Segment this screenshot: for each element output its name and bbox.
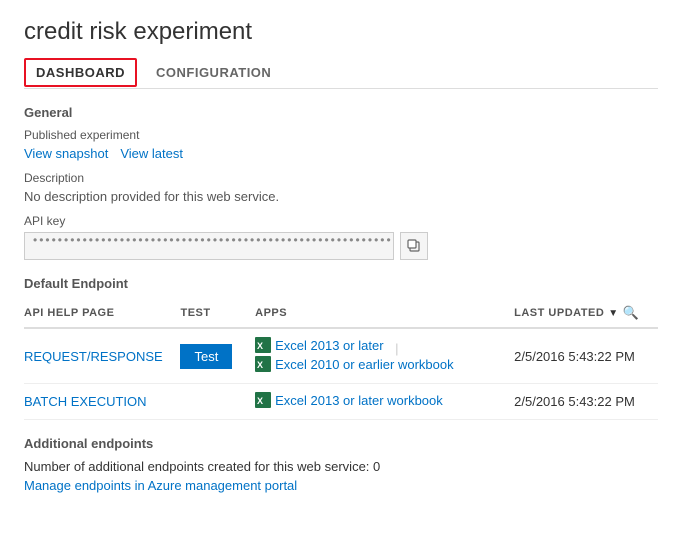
apps-cell-row2: X Excel 2013 or later workbook: [255, 384, 514, 420]
view-latest-link[interactable]: View latest: [120, 146, 183, 161]
default-endpoint-section: Default Endpoint API HELP PAGE TEST APPS: [24, 276, 658, 420]
excel-2013-batch-link[interactable]: X Excel 2013 or later workbook: [255, 392, 443, 408]
general-label: General: [24, 105, 658, 120]
test-cell: Test: [180, 328, 255, 384]
api-help-request-response[interactable]: REQUEST/RESPONSE: [24, 328, 180, 384]
excel-icon-2: X: [255, 356, 271, 372]
copy-icon: [407, 239, 421, 253]
description-label: Description: [24, 171, 658, 185]
svg-text:X: X: [257, 360, 263, 370]
page-container: credit risk experiment DASHBOARD CONFIGU…: [0, 0, 682, 533]
default-endpoint-label: Default Endpoint: [24, 276, 658, 291]
separator: |: [395, 341, 398, 356]
api-key-label: API key: [24, 214, 658, 228]
last-updated-row1: 2/5/2016 5:43:22 PM: [514, 328, 658, 384]
api-key-block: API key ••••••••••••••••••••••••••••••••…: [24, 214, 658, 260]
col-header-apps: APPS: [255, 299, 514, 328]
apps-cell-row1: X Excel 2013 or later | X Excel 2010 or …: [255, 328, 514, 384]
last-updated-row2: 2/5/2016 5:43:22 PM: [514, 384, 658, 420]
sort-icon: ▼: [608, 308, 618, 319]
test-cell-empty: [180, 384, 255, 420]
tab-bar: DASHBOARD CONFIGURATION: [24, 56, 658, 89]
description-block: Description No description provided for …: [24, 171, 658, 204]
view-snapshot-link[interactable]: View snapshot: [24, 146, 108, 161]
tab-configuration[interactable]: CONFIGURATION: [141, 56, 286, 89]
col-header-api-help-page: API HELP PAGE: [24, 299, 180, 328]
col-header-test: TEST: [180, 299, 255, 328]
api-key-value: ••••••••••••••••••••••••••••••••••••••••…: [24, 232, 394, 260]
general-section: General Published experiment View snapsh…: [24, 105, 658, 260]
col-header-last-updated: LAST UPDATED ▼ 🔍: [514, 299, 658, 328]
endpoint-table: API HELP PAGE TEST APPS LAST UPDATED ▼ 🔍: [24, 299, 658, 420]
search-icon[interactable]: 🔍: [623, 305, 640, 321]
svg-text:X: X: [257, 341, 263, 351]
tab-dashboard[interactable]: DASHBOARD: [24, 58, 137, 87]
additional-endpoints-count: Number of additional endpoints created f…: [24, 459, 658, 474]
table-row: BATCH EXECUTION X Excel 2013 or later wo…: [24, 384, 658, 420]
published-experiment-label: Published experiment: [24, 128, 658, 142]
api-key-row: ••••••••••••••••••••••••••••••••••••••••…: [24, 232, 658, 260]
manage-endpoints-link[interactable]: Manage endpoints in Azure management por…: [24, 478, 297, 493]
api-help-batch-execution[interactable]: BATCH EXECUTION: [24, 384, 180, 420]
published-experiment-block: Published experiment View snapshot View …: [24, 128, 658, 161]
excel-2010-link[interactable]: X Excel 2010 or earlier workbook: [255, 356, 453, 372]
excel-icon-3: X: [255, 392, 271, 408]
page-title: credit risk experiment: [24, 18, 658, 46]
table-row: REQUEST/RESPONSE Test X Excel 2013 or la…: [24, 328, 658, 384]
test-button[interactable]: Test: [180, 344, 232, 369]
additional-endpoints-section: Additional endpoints Number of additiona…: [24, 436, 658, 493]
copy-api-key-button[interactable]: [400, 232, 428, 260]
description-text: No description provided for this web ser…: [24, 189, 658, 204]
svg-text:X: X: [257, 396, 263, 406]
additional-endpoints-label: Additional endpoints: [24, 436, 658, 451]
excel-icon: X: [255, 337, 271, 353]
excel-2013-link[interactable]: X Excel 2013 or later: [255, 337, 383, 353]
